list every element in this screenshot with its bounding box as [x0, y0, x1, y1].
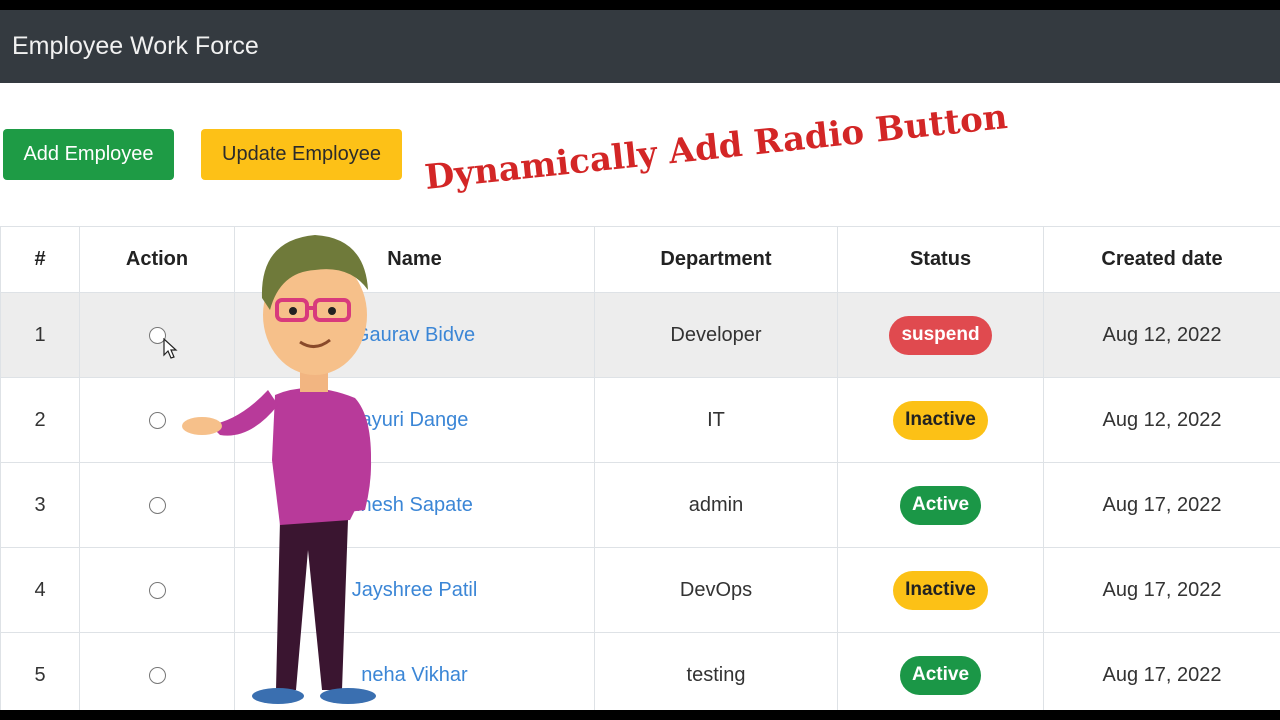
- header-department: Department: [594, 226, 838, 293]
- status-badge: Active: [899, 485, 982, 525]
- status-cell: Inactive: [837, 547, 1044, 633]
- status-badge: Inactive: [893, 400, 988, 440]
- row-number: 5: [0, 632, 80, 710]
- row-number: 2: [0, 377, 80, 463]
- department-cell: testing: [594, 632, 838, 710]
- status-badge: Active: [899, 655, 982, 695]
- add-employee-button[interactable]: Add Employee: [3, 129, 174, 180]
- status-badge: Inactive: [893, 570, 988, 610]
- mouse-pointer-icon: [163, 338, 178, 359]
- department-cell: IT: [594, 377, 838, 463]
- action-radio[interactable]: [148, 411, 166, 429]
- created-date-cell: Aug 12, 2022: [1043, 292, 1280, 378]
- navbar: Employee Work Force: [0, 10, 1280, 83]
- update-employee-button[interactable]: Update Employee: [201, 129, 402, 180]
- created-date-cell: Aug 17, 2022: [1043, 632, 1280, 710]
- header-status: Status: [837, 226, 1044, 293]
- department-cell: admin: [594, 462, 838, 548]
- status-badge: suspend: [889, 315, 992, 355]
- header-number: #: [0, 226, 80, 293]
- action-radio[interactable]: [148, 666, 166, 684]
- video-overlay-title: Dynamically Add Radio Button: [422, 96, 1010, 198]
- department-cell: DevOps: [594, 547, 838, 633]
- row-number: 4: [0, 547, 80, 633]
- created-date-cell: Aug 12, 2022: [1043, 377, 1280, 463]
- status-cell: Inactive: [837, 377, 1044, 463]
- cartoon-presenter-illustration: [182, 235, 376, 704]
- status-cell: Active: [837, 632, 1044, 710]
- action-radio[interactable]: [148, 496, 166, 514]
- status-cell: Active: [837, 462, 1044, 548]
- row-number: 1: [0, 292, 80, 378]
- header-created-date: Created date: [1043, 226, 1280, 293]
- navbar-brand[interactable]: Employee Work Force: [12, 32, 259, 61]
- row-number: 3: [0, 462, 80, 548]
- department-cell: Developer: [594, 292, 838, 378]
- created-date-cell: Aug 17, 2022: [1043, 547, 1280, 633]
- action-radio[interactable]: [148, 581, 166, 599]
- status-cell: suspend: [837, 292, 1044, 378]
- created-date-cell: Aug 17, 2022: [1043, 462, 1280, 548]
- page: Employee Work Force Add Employee Update …: [0, 10, 1280, 710]
